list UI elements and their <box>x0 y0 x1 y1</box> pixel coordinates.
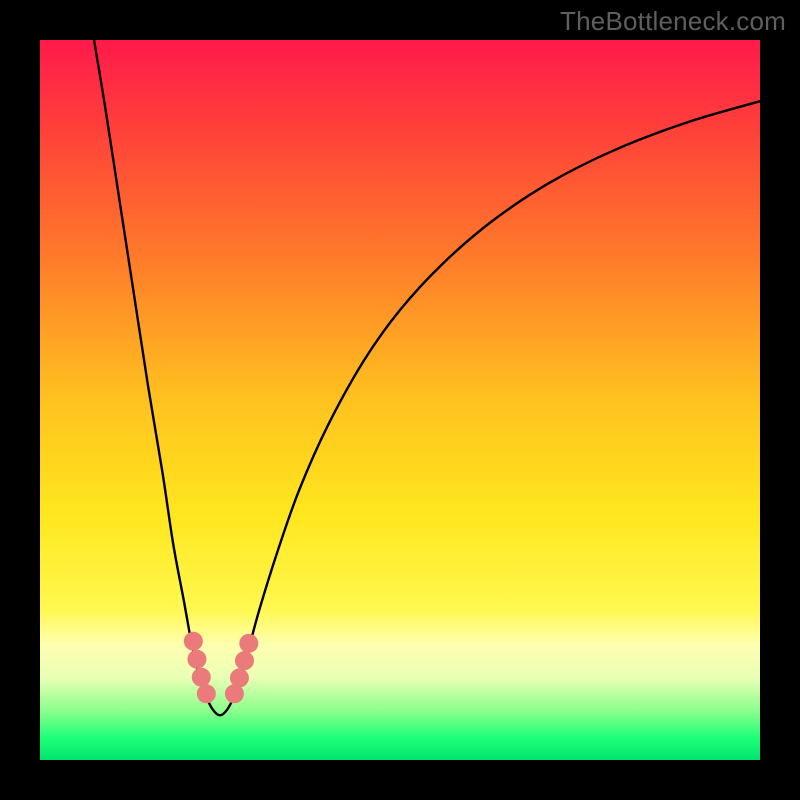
highlight-dot <box>188 650 206 668</box>
highlight-dot <box>197 685 215 703</box>
bottleneck-chart <box>40 40 760 760</box>
highlight-dot <box>235 652 253 670</box>
highlight-dot <box>225 685 243 703</box>
gradient-background <box>40 40 760 760</box>
chart-frame: TheBottleneck.com <box>0 0 800 800</box>
highlight-dot <box>240 634 258 652</box>
watermark-text: TheBottleneck.com <box>560 6 786 37</box>
highlight-dot <box>230 669 248 687</box>
highlight-dot <box>192 668 210 686</box>
highlight-dot <box>184 632 202 650</box>
